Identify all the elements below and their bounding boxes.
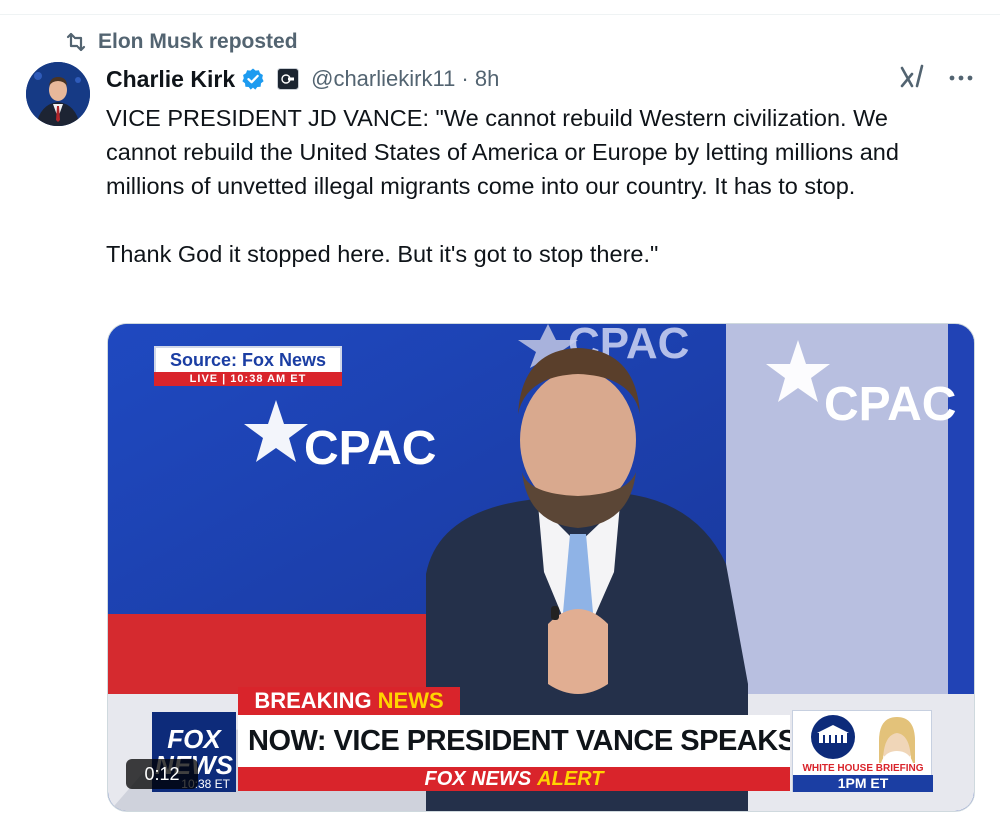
white-house-briefing-box: WHITE HOUSE BRIEFING 1PM ET	[792, 710, 933, 792]
tweet-paragraph: VICE PRESIDENT JD VANCE: "We cannot rebu…	[106, 105, 899, 199]
tweet-paragraph: Thank God it stopped here. But it's got …	[106, 241, 659, 267]
breaking-news-banner: BREAKING NEWS	[238, 687, 460, 715]
verified-badge-icon	[242, 68, 264, 90]
stage-logo-left: CPAC	[304, 422, 436, 475]
white-house-briefing-time: 1PM ET	[793, 775, 933, 792]
white-house-seal-icon	[811, 715, 915, 763]
affiliate-badge-icon[interactable]	[277, 68, 300, 90]
more-icon[interactable]	[946, 66, 976, 90]
tweet-text: VICE PRESIDENT JD VANCE: "We cannot rebu…	[106, 101, 956, 271]
white-house-briefing-label: WHITE HOUSE BRIEFING	[802, 763, 924, 774]
news-headline: NOW: VICE PRESIDENT VANCE SPEAKS AT CPAC	[238, 715, 790, 767]
avatar[interactable]	[26, 62, 90, 126]
repost-context[interactable]: Elon Musk reposted	[64, 30, 298, 54]
live-indicator: LIVE | 10:38 AM ET	[154, 372, 342, 386]
tweet-header: Charlie Kirk @charliekirk11 · 8h	[106, 64, 499, 94]
grok-icon[interactable]	[898, 62, 928, 92]
repost-icon	[66, 32, 86, 52]
source-label: Source: Fox News	[154, 346, 342, 374]
author-handle[interactable]: @charliekirk11 · 8h	[311, 66, 499, 92]
author-name[interactable]: Charlie Kirk	[106, 66, 235, 93]
repost-label: Elon Musk reposted	[98, 30, 298, 53]
fox-news-alert: FOX NEWS ALERT	[238, 767, 790, 791]
video-duration: 0:12	[126, 759, 198, 789]
top-divider	[0, 14, 1000, 15]
video-player[interactable]: CPAC CPAC CPAC Source: Fox News LIVE | 1…	[107, 323, 975, 812]
tweet-time[interactable]: 8h	[475, 66, 499, 91]
stage-logo-right: CPAC	[824, 378, 956, 431]
